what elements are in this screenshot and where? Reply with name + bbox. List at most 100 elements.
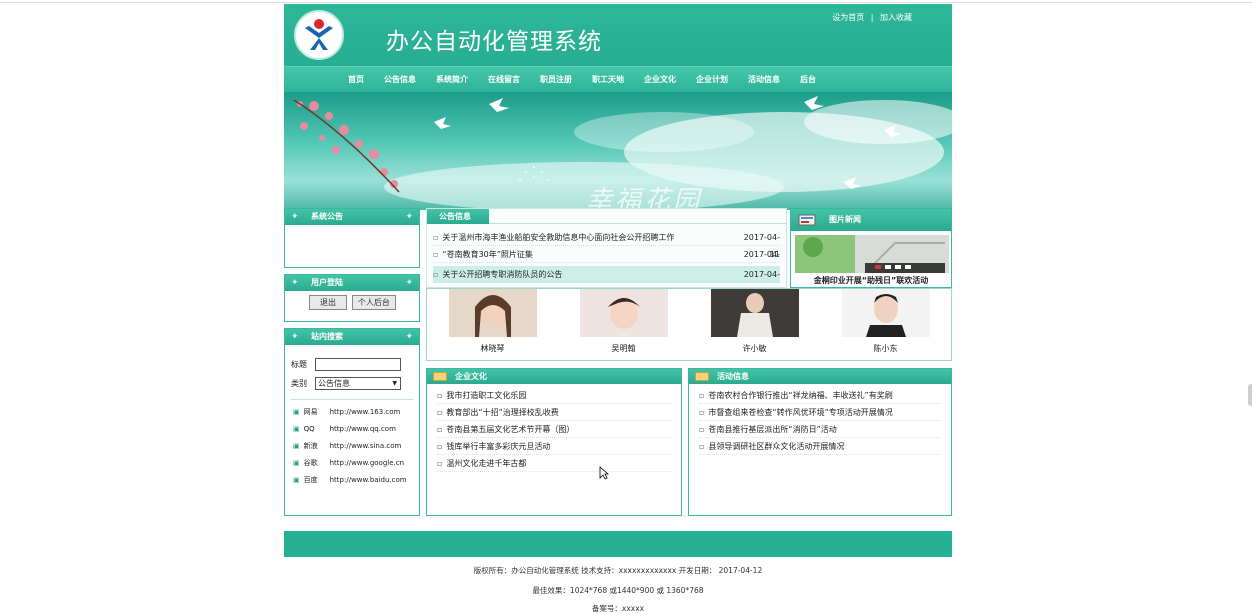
activity-item-title[interactable]: 苍南农村合作银行推出“祥龙纳福、丰收送礼”有奖刷: [708, 391, 892, 400]
bullet-icon: ▣: [293, 425, 300, 433]
staff-card[interactable]: 许小敏: [710, 289, 800, 360]
main-nav: 首页 公告信息 系统简介 在线留言 职员注册 职工天地 企业文化 企业计划 活动…: [284, 66, 952, 92]
notice-item-title[interactable]: “苍南教育30年”照片征集: [442, 246, 738, 262]
title-row: 标题: [285, 355, 419, 374]
staff-photo[interactable]: [448, 289, 537, 337]
top-links-separator: |: [870, 13, 874, 22]
staff-photo[interactable]: [710, 289, 799, 337]
notice-item-title[interactable]: 关于公开招聘专职消防队员的公告: [442, 266, 738, 282]
link-name: 谷歌: [303, 459, 318, 467]
link-url[interactable]: http://www.google.cn: [330, 457, 404, 470]
culture-item[interactable]: ▫ 我市打造职工文化乐园: [437, 387, 671, 404]
bullet-icon: ▫: [699, 391, 705, 400]
culture-item-title[interactable]: 温州文化走进千年古都: [446, 459, 526, 468]
link-url[interactable]: http://www.sina.com: [330, 440, 402, 453]
logout-button[interactable]: 退出: [309, 295, 347, 310]
bullet-icon: ▫: [437, 391, 443, 400]
activity-item-title[interactable]: 苍南县推行基层派出所“消防日”活动: [708, 425, 836, 434]
link-row[interactable]: ▣ 新浪 http://www.sina.com: [285, 438, 419, 455]
category-select[interactable]: 公告信息: [315, 377, 401, 390]
bullet-icon: ▫: [433, 250, 439, 259]
culture-item-title[interactable]: 教育部出“十招”治理择校乱收费: [446, 408, 558, 417]
bullet-icon: ▫: [437, 408, 443, 417]
link-url[interactable]: http://www.qq.com: [330, 423, 396, 436]
link-name: QQ: [303, 425, 315, 433]
personal-backend-button[interactable]: 个人后台: [351, 295, 396, 310]
folder-icon: [695, 372, 709, 381]
bullet-icon: ▫: [699, 408, 705, 417]
page-container: 办公自动化管理系统 设为首页 | 加入收藏 首页 公告信息 系统简介 在线留言 …: [284, 4, 952, 210]
nav-notice[interactable]: 公告信息: [384, 74, 416, 85]
staff-card[interactable]: 林晓琴: [448, 289, 538, 360]
bullet-icon: ▫: [433, 233, 439, 242]
login-box-title: 用户登陆: [285, 275, 419, 291]
link-url[interactable]: http://www.baidu.com: [330, 474, 407, 487]
friend-links: ▣ 网易 http://www.163.com ▣ QQ http://www.qq.c…: [285, 404, 419, 489]
culture-item-title[interactable]: 钱库举行丰富多彩庆元旦活动: [446, 442, 550, 451]
bullet-icon: ▫: [437, 442, 443, 451]
notice-item[interactable]: ▫ 关于温州市海丰渔业船舶安全救助信息中心面向社会公开招聘工作 2017-04-11: [433, 229, 780, 259]
link-name: 网易: [303, 408, 318, 416]
culture-item-title[interactable]: 苍南县第五届文化艺术节开幕（图）: [446, 425, 574, 434]
link-row[interactable]: ▣ 谷歌 http://www.google.cn: [285, 455, 419, 472]
title-input[interactable]: [315, 358, 401, 371]
nav-culture[interactable]: 企业文化: [644, 74, 676, 85]
folder-icon: [433, 372, 447, 381]
staff-name: 陈小东: [873, 344, 898, 353]
scrollbar-thumb[interactable]: [1248, 384, 1252, 406]
staff-photo[interactable]: [841, 289, 930, 337]
nav-staff[interactable]: 职工天地: [592, 74, 624, 85]
activity-item-title[interactable]: 市督查组来苍检查“转作风优环境”专项活动开展情况: [708, 408, 892, 417]
activity-item[interactable]: ▫ 苍南农村合作银行推出“祥龙纳福、丰收送礼”有奖刷: [699, 387, 941, 404]
bullet-icon: ▫: [699, 442, 705, 451]
set-home-link[interactable]: 设为首页: [832, 13, 864, 22]
notice-item[interactable]: ▫关于公开招聘专职消防队员的公告 2017-04-11: [433, 266, 780, 296]
photo-news-artwork: [795, 235, 949, 273]
banner-image: 幸福花园: [284, 92, 952, 210]
activity-item-title[interactable]: 县领导调研社区群众文化活动开展情况: [708, 442, 844, 451]
link-row[interactable]: ▣ 网易 http://www.163.com: [285, 404, 419, 421]
nav-intro[interactable]: 系统简介: [436, 74, 468, 85]
banner-caption: 幸福花园: [586, 186, 703, 210]
notice-tab-line: [489, 223, 786, 224]
activity-item[interactable]: ▫ 县领导调研社区群众文化活动开展情况: [699, 438, 941, 455]
nav-message[interactable]: 在线留言: [488, 74, 520, 85]
search-box: 站内搜索 标题 类别 公告信息 ▣网易http://www.163.com ▣Q…: [284, 328, 420, 516]
activity-item[interactable]: ▫ 苍南县推行基层派出所“消防日”活动: [699, 421, 941, 438]
bullet-icon: ▣: [293, 442, 300, 450]
link-url[interactable]: http://www.163.com: [330, 406, 401, 419]
culture-item[interactable]: ▫ 钱库举行丰富多彩庆元旦活动: [437, 438, 671, 455]
staff-card[interactable]: 陈小东: [841, 289, 931, 360]
staff-photo[interactable]: [579, 289, 668, 337]
staff-name: 林晓琴: [480, 344, 505, 353]
notice-box-title: 公告信息: [427, 209, 489, 224]
nav-home[interactable]: 首页: [348, 74, 364, 85]
notice-item-title[interactable]: 关于温州市海丰渔业船舶安全救助信息中心面向社会公开招聘工作: [442, 229, 738, 245]
left-sidebar: 系统公告 用户登陆 退出 个人后台 站内搜索 标题 类别 公告信息 ▣网易htt…: [284, 208, 420, 522]
culture-item[interactable]: ▫ 温州文化走进千年古都: [437, 455, 671, 472]
site-header: 办公自动化管理系统 设为首页 | 加入收藏: [284, 4, 952, 66]
activity-item[interactable]: ▫ 市督查组来苍检查“转作风优环境”专项活动开展情况: [699, 404, 941, 421]
culture-item-title[interactable]: 我市打造职工文化乐园: [446, 391, 526, 400]
nav-register[interactable]: 职员注册: [540, 74, 572, 85]
nav-admin[interactable]: 后台: [800, 74, 816, 85]
link-row[interactable]: ▣ QQ http://www.qq.com: [285, 421, 419, 438]
footer-icp: 备案号：xxxxx: [591, 604, 645, 613]
add-favorite-link[interactable]: 加入收藏: [880, 13, 912, 22]
mouse-cursor-icon: [599, 466, 609, 480]
culture-item[interactable]: ▫ 苍南县第五届文化艺术节开幕（图）: [437, 421, 671, 438]
bullet-icon: ▫: [437, 425, 443, 434]
notice-item[interactable]: ▫“苍南教育30年”照片征集 2017-04-11: [433, 246, 780, 276]
culture-item[interactable]: ▫ 教育部出“十招”治理择校乱收费: [437, 404, 671, 421]
nav-activity[interactable]: 活动信息: [748, 74, 780, 85]
photo-news-caption[interactable]: 金桐印业开展“助残日”联欢活动: [791, 275, 951, 286]
bullet-icon: ▫: [437, 459, 443, 468]
staff-card[interactable]: 吴明翰: [579, 289, 669, 360]
notice-item-date: 2017-04-11: [743, 250, 780, 276]
link-row[interactable]: ▣ 百度 http://www.baidu.com: [285, 472, 419, 489]
announce-box-title: 系统公告: [285, 209, 419, 225]
top-links: 设为首页 | 加入收藏: [832, 12, 912, 23]
nav-plan[interactable]: 企业计划: [696, 74, 728, 85]
logo-icon[interactable]: [294, 10, 344, 60]
photo-news-image[interactable]: [795, 235, 949, 273]
